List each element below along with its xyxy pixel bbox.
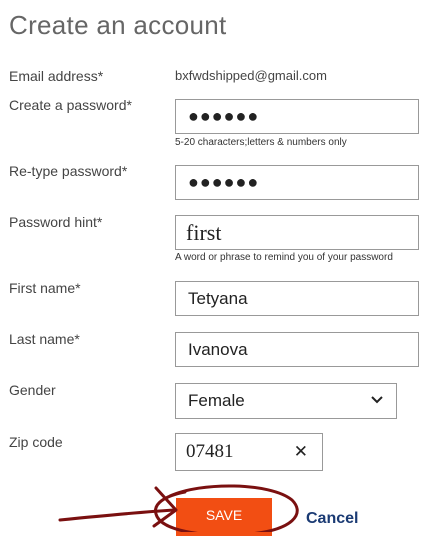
first-name-field[interactable]: Tetyana: [175, 281, 419, 316]
password-help-text: 5-20 characters;letters & numbers only: [175, 137, 347, 148]
password-hint-help-text: A word or phrase to remind you of your p…: [175, 252, 393, 263]
gender-label: Gender: [9, 382, 56, 398]
email-label: Email address*: [9, 68, 104, 84]
last-name-field[interactable]: Ivanova: [175, 332, 419, 367]
retype-password-label: Re-type password*: [9, 163, 128, 179]
chevron-down-icon: [371, 396, 383, 404]
cancel-link[interactable]: Cancel: [306, 510, 358, 528]
password-hint-label: Password hint*: [9, 214, 103, 230]
gender-selected-value: Female: [188, 391, 245, 410]
zip-label: Zip code: [9, 434, 63, 450]
password-hint-field[interactable]: first: [175, 215, 419, 250]
close-icon[interactable]: ✕: [294, 442, 308, 462]
save-button[interactable]: SAVE: [176, 498, 272, 536]
gender-select[interactable]: Female: [175, 383, 397, 419]
last-name-label: Last name*: [9, 331, 80, 347]
email-value: bxfwdshipped@gmail.com: [175, 68, 327, 83]
zip-field[interactable]: 07481 ✕: [175, 433, 323, 471]
password-field[interactable]: ●●●●●●: [175, 99, 419, 134]
retype-password-field[interactable]: ●●●●●●: [175, 165, 419, 200]
page-title: Create an account: [9, 10, 227, 40]
first-name-label: First name*: [9, 280, 81, 296]
zip-value: 07481: [186, 441, 234, 462]
password-label: Create a password*: [9, 97, 132, 113]
